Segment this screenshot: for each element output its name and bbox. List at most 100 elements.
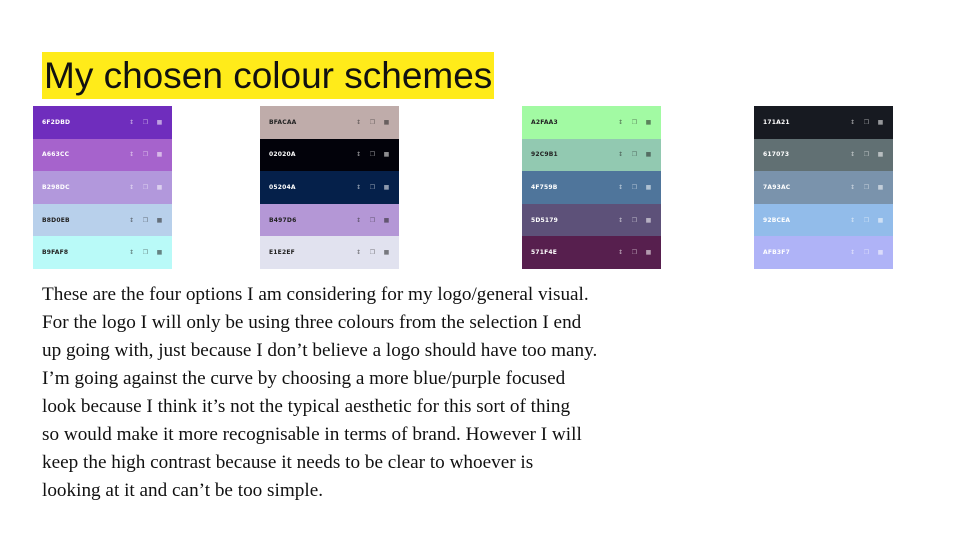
lock-icon: ■: [156, 249, 163, 257]
drag-handle-icon: ↕: [849, 151, 856, 159]
copy-icon: ❐: [631, 118, 638, 126]
swatch-icons: ↕ ❐ ■: [849, 119, 884, 126]
color-swatch: E1E2EF ↕ ❐ ■: [260, 236, 399, 269]
hex-code: 05204A: [269, 183, 296, 191]
copy-icon: ❐: [369, 151, 376, 159]
color-swatch: 05204A ↕ ❐ ■: [260, 171, 399, 204]
drag-handle-icon: ↕: [128, 183, 135, 191]
drag-handle-icon: ↕: [617, 118, 624, 126]
copy-icon: ❐: [863, 183, 870, 191]
swatch-icons: ↕ ❐ ■: [355, 217, 390, 224]
lock-icon: ■: [645, 118, 652, 126]
swatch-icons: ↕ ❐ ■: [128, 249, 163, 256]
lock-icon: ■: [877, 151, 884, 159]
swatch-icons: ↕ ❐ ■: [617, 217, 652, 224]
hex-code: AFB3F7: [763, 249, 790, 257]
copy-icon: ❐: [369, 183, 376, 191]
copy-icon: ❐: [631, 183, 638, 191]
body-line: These are the four options I am consider…: [42, 284, 589, 305]
copy-icon: ❐: [863, 216, 870, 224]
body-line: so would make it more recognisable in te…: [42, 424, 582, 445]
hex-code: E1E2EF: [269, 249, 295, 257]
hex-code: 6F2DBD: [42, 118, 71, 126]
lock-icon: ■: [383, 183, 390, 191]
color-swatch: 617073 ↕ ❐ ■: [754, 138, 893, 172]
swatch-icons: ↕ ❐ ■: [617, 119, 652, 126]
lock-icon: ■: [877, 216, 884, 224]
copy-icon: ❐: [142, 249, 149, 257]
palette-1: 6F2DBD ↕ ❐ ■ A663CC ↕ ❐ ■ B298DC ↕ ❐ ■ B8D0EB ↕ ❐ ■ B9FA…: [33, 106, 172, 269]
drag-handle-icon: ↕: [128, 249, 135, 257]
drag-handle-icon: ↕: [355, 249, 362, 257]
copy-icon: ❐: [369, 216, 376, 224]
palette-3: A2FAA3 ↕ ❐ ■ 92C9B1 ↕ ❐ ■ 4F759B ↕ ❐ ■ 5D5179 ↕ ❐ ■ 571F…: [522, 106, 661, 269]
copy-icon: ❐: [369, 118, 376, 126]
lock-icon: ■: [156, 151, 163, 159]
lock-icon: ■: [877, 249, 884, 257]
body-line: look because I think it’s not the typica…: [42, 396, 571, 417]
swatch-icons: ↕ ❐ ■: [617, 151, 652, 158]
copy-icon: ❐: [369, 249, 376, 257]
drag-handle-icon: ↕: [617, 249, 624, 257]
hex-code: 171A21: [763, 118, 790, 126]
swatch-icons: ↕ ❐ ■: [355, 249, 390, 256]
copy-icon: ❐: [142, 151, 149, 159]
hex-code: A663CC: [42, 151, 70, 159]
color-swatch: B8D0EB ↕ ❐ ■: [33, 203, 172, 237]
hex-code: A2FAA3: [531, 118, 558, 126]
hex-code: 92C9B1: [531, 151, 558, 159]
copy-icon: ❐: [142, 118, 149, 126]
body-line: keep the high contrast because it needs …: [42, 452, 534, 473]
color-swatch: 92BCEA ↕ ❐ ■: [754, 203, 893, 237]
drag-handle-icon: ↕: [617, 216, 624, 224]
swatch-icons: ↕ ❐ ■: [617, 184, 652, 191]
swatch-icons: ↕ ❐ ■: [128, 184, 163, 191]
drag-handle-icon: ↕: [849, 216, 856, 224]
color-swatch: A2FAA3 ↕ ❐ ■: [522, 106, 661, 139]
hex-code: 5D5179: [531, 216, 559, 224]
hex-code: 617073: [763, 151, 790, 159]
hex-code: B497D6: [269, 216, 297, 224]
lock-icon: ■: [383, 118, 390, 126]
color-swatch: 5D5179 ↕ ❐ ■: [522, 203, 661, 237]
hex-code: 02020A: [269, 151, 296, 159]
color-swatch: B298DC ↕ ❐ ■: [33, 171, 172, 204]
hex-code: 92BCEA: [763, 216, 791, 224]
copy-icon: ❐: [631, 249, 638, 257]
swatch-icons: ↕ ❐ ■: [355, 119, 390, 126]
color-swatch: 171A21 ↕ ❐ ■: [754, 106, 893, 139]
lock-icon: ■: [645, 151, 652, 159]
swatch-icons: ↕ ❐ ■: [128, 217, 163, 224]
swatch-icons: ↕ ❐ ■: [128, 151, 163, 158]
swatch-icons: ↕ ❐ ■: [355, 151, 390, 158]
drag-handle-icon: ↕: [617, 183, 624, 191]
color-swatch: 92C9B1 ↕ ❐ ■: [522, 138, 661, 172]
hex-code: 4F759B: [531, 183, 558, 191]
drag-handle-icon: ↕: [355, 151, 362, 159]
color-swatch: 571F4E ↕ ❐ ■: [522, 236, 661, 269]
color-swatch: AFB3F7 ↕ ❐ ■: [754, 236, 893, 269]
lock-icon: ■: [156, 183, 163, 191]
lock-icon: ■: [156, 118, 163, 126]
drag-handle-icon: ↕: [355, 216, 362, 224]
copy-icon: ❐: [863, 249, 870, 257]
color-swatch: 4F759B ↕ ❐ ■: [522, 171, 661, 204]
copy-icon: ❐: [863, 151, 870, 159]
copy-icon: ❐: [142, 216, 149, 224]
lock-icon: ■: [645, 183, 652, 191]
copy-icon: ❐: [863, 118, 870, 126]
drag-handle-icon: ↕: [128, 216, 135, 224]
body-line: I’m going against the curve by choosing …: [42, 368, 566, 389]
swatch-icons: ↕ ❐ ■: [849, 217, 884, 224]
body-line: looking at it and can’t be too simple.: [42, 480, 324, 501]
color-swatch: 6F2DBD ↕ ❐ ■: [33, 106, 172, 139]
drag-handle-icon: ↕: [849, 118, 856, 126]
lock-icon: ■: [383, 216, 390, 224]
drag-handle-icon: ↕: [849, 183, 856, 191]
hex-code: B9FAF8: [42, 249, 69, 257]
swatch-icons: ↕ ❐ ■: [849, 249, 884, 256]
swatch-icons: ↕ ❐ ■: [617, 249, 652, 256]
palette-2: BFACAA ↕ ❐ ■ 02020A ↕ ❐ ■ 05204A ↕ ❐ ■ B497D6 ↕ ❐ ■ E1E2…: [260, 106, 399, 269]
lock-icon: ■: [877, 118, 884, 126]
copy-icon: ❐: [631, 151, 638, 159]
